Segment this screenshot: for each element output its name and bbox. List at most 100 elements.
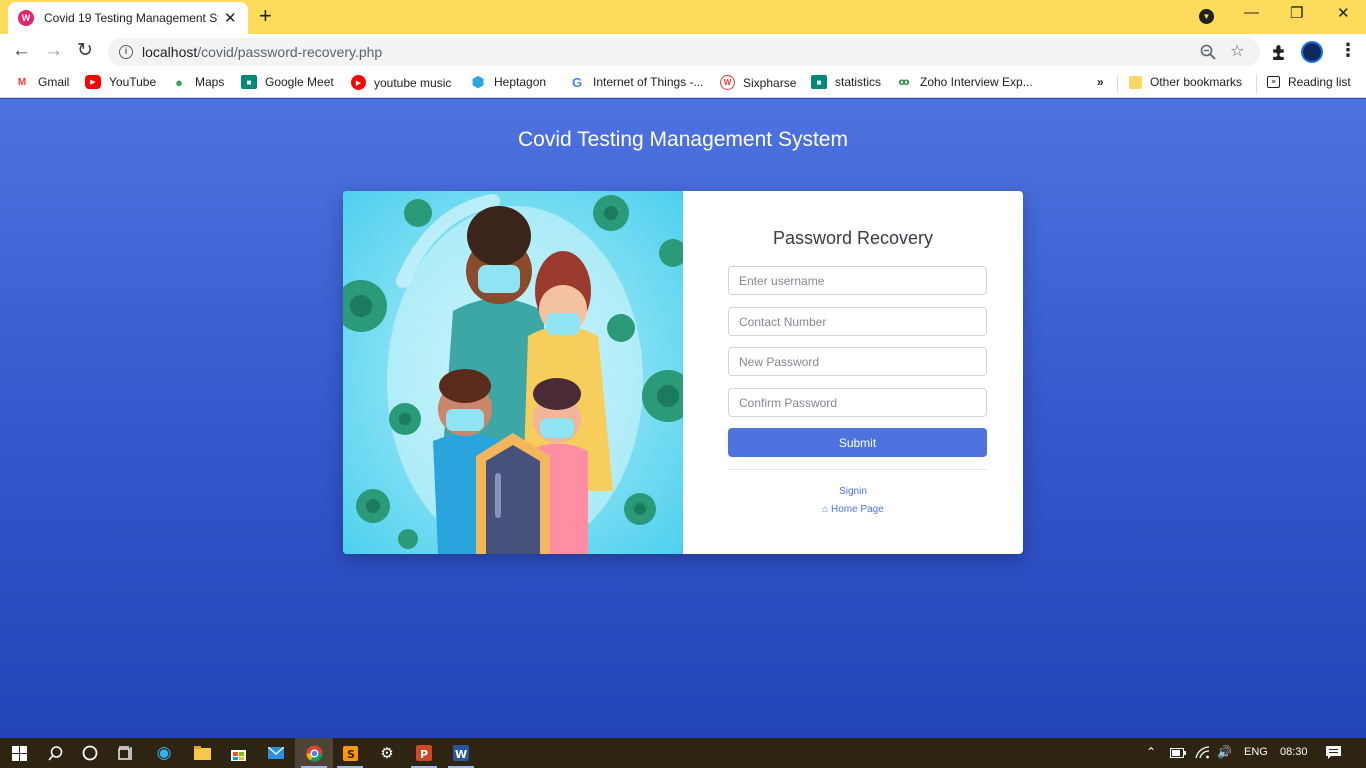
svg-text:P: P — [420, 748, 428, 761]
browser-toolbar: ← → ↻ i localhost/covid/password-recover… — [0, 34, 1366, 70]
confirm-password-input[interactable] — [728, 388, 987, 417]
word-icon[interactable]: W — [442, 738, 480, 768]
url-text[interactable]: localhost/covid/password-recovery.php — [142, 44, 382, 60]
bookmark-google-meet[interactable]: ■ Google Meet — [241, 75, 334, 89]
youtube-music-icon: ▶ — [351, 75, 366, 90]
signin-link[interactable]: Signin — [683, 486, 1023, 497]
recovery-card: Password Recovery Submit Signin ⌂ Home P… — [343, 191, 1023, 554]
wamp-favicon-icon: W — [18, 10, 34, 26]
bookmark-youtube[interactable]: ▶ YouTube — [85, 75, 156, 89]
maps-pin-icon: ● — [175, 74, 183, 90]
other-bookmarks-label: Other bookmarks — [1150, 75, 1243, 89]
youtube-icon: ▶ — [85, 75, 101, 89]
bookmark-label: Zoho Interview Exp... — [920, 75, 1033, 89]
search-icon[interactable] — [36, 738, 74, 768]
battery-icon[interactable] — [1170, 748, 1186, 758]
bookmark-label: Heptagon — [494, 75, 547, 89]
bookmark-label: Internet of Things -... — [593, 75, 704, 89]
chrome-menu-icon[interactable]: ⋮ — [1339, 40, 1357, 61]
bookmark-statistics[interactable]: ■ statistics — [811, 75, 881, 89]
other-bookmarks-folder[interactable]: Other bookmarks — [1129, 75, 1242, 89]
bookmark-heptagon[interactable]: ⬢ Heptagon — [470, 74, 547, 91]
settings-gear-icon[interactable]: ⚙ — [368, 738, 406, 768]
bookmark-maps[interactable]: ● Maps — [171, 74, 225, 90]
browser-tab-active[interactable]: W Covid 19 Testing Management System ✕ — [8, 2, 248, 34]
browser-titlebar: W Covid 19 Testing Management System ✕ +… — [0, 0, 1366, 34]
cortana-icon[interactable] — [71, 738, 109, 768]
chrome-taskbar-icon[interactable] — [295, 738, 333, 768]
url-host: localhost — [142, 44, 198, 60]
task-view-icon[interactable] — [107, 738, 145, 768]
bookmark-label: YouTube — [109, 75, 157, 89]
page-background: Covid Testing Management System Password… — [0, 99, 1366, 738]
gmail-icon: M — [17, 76, 27, 88]
svg-text:S: S — [347, 748, 355, 761]
address-bar[interactable]: i localhost/covid/password-recovery.php … — [108, 38, 1260, 66]
microsoft-store-icon[interactable] — [219, 738, 257, 768]
bookmark-gmail[interactable]: M Gmail — [14, 75, 70, 89]
new-password-input[interactable] — [728, 347, 987, 376]
minimize-button[interactable]: — — [1244, 4, 1259, 21]
heptagon-icon: ⬢ — [471, 74, 485, 91]
site-title: Covid Testing Management System — [518, 128, 848, 151]
bookmark-zoho-interview[interactable]: ꝏ Zoho Interview Exp... — [896, 75, 1033, 89]
reading-list-icon: ≡ — [1267, 76, 1280, 88]
bookmarks-bar: M Gmail ▶ YouTube ● Maps ■ Google Meet ▶… — [0, 70, 1366, 98]
bookmark-sixpharse[interactable]: W Sixpharse — [720, 75, 796, 90]
bookmark-label: Maps — [195, 75, 225, 89]
extensions-puzzle-icon[interactable] — [1271, 43, 1288, 60]
folder-icon — [1129, 75, 1142, 89]
submit-button[interactable]: Submit — [728, 428, 987, 457]
start-windows-icon[interactable] — [0, 738, 38, 768]
url-path: /covid/password-recovery.php — [197, 44, 383, 60]
home-icon: ⌂ — [822, 504, 829, 515]
bookmark-label: statistics — [835, 75, 882, 89]
reading-list-button[interactable]: ≡ Reading list — [1267, 75, 1351, 89]
reload-button[interactable]: ↻ — [77, 39, 93, 63]
bookmark-label: youtube music — [374, 75, 452, 90]
svg-text:W: W — [455, 748, 467, 761]
tray-overflow-chevron-icon[interactable]: ⌃ — [1146, 745, 1156, 759]
bookmark-separator — [1117, 75, 1118, 93]
bookmark-label: Gmail — [38, 75, 70, 89]
home-page-link[interactable]: ⌂ Home Page — [683, 504, 1023, 515]
tab-close-icon[interactable]: ✕ — [224, 9, 237, 27]
bookmark-star-icon[interactable]: ☆ — [1230, 41, 1244, 61]
chrome-profile-dropdown-icon[interactable]: ▼ — [1199, 9, 1214, 24]
bookmark-label: Sixpharse — [743, 75, 797, 90]
mail-icon[interactable] — [257, 738, 295, 768]
site-info-icon[interactable]: i — [119, 45, 133, 59]
sublime-text-icon[interactable]: S — [331, 738, 369, 768]
contact-number-input[interactable] — [728, 307, 987, 336]
language-indicator[interactable]: ENG — [1244, 746, 1268, 758]
bookmark-internet-of-things[interactable]: G Internet of Things -... — [569, 74, 704, 90]
geeksforgeeks-icon: ꝏ — [898, 76, 910, 88]
new-tab-button[interactable]: + — [259, 5, 272, 27]
profile-avatar[interactable] — [1301, 41, 1323, 63]
username-input[interactable] — [728, 266, 987, 295]
restore-button[interactable]: ❐ — [1290, 4, 1303, 22]
bookmarks-overflow-button[interactable]: » — [1097, 75, 1104, 89]
zoom-icon[interactable] — [1200, 44, 1216, 60]
forward-button[interactable]: → — [44, 39, 63, 63]
volume-icon[interactable]: 🔊 — [1217, 745, 1232, 759]
google-icon: G — [571, 74, 583, 90]
file-explorer-icon[interactable] — [183, 738, 221, 768]
windows-taskbar: ◉ S ⚙ P W ⌃ 🔊 ENG 08:30 — [0, 738, 1366, 768]
reading-list-label: Reading list — [1288, 75, 1351, 89]
recovery-form: Password Recovery Submit Signin ⌂ Home P… — [683, 191, 1023, 554]
wifi-icon[interactable] — [1195, 746, 1210, 759]
tab-title: Covid 19 Testing Management System — [44, 11, 218, 25]
home-page-label: Home Page — [831, 504, 884, 515]
bookmark-youtube-music[interactable]: ▶ youtube music — [351, 75, 451, 90]
powerpoint-icon[interactable]: P — [405, 738, 443, 768]
form-divider — [728, 469, 987, 470]
edge-browser-icon[interactable]: ◉ — [145, 738, 183, 768]
back-button[interactable]: ← — [12, 39, 31, 63]
form-title: Password Recovery — [772, 228, 934, 248]
covid-family-illustration — [343, 191, 683, 554]
notifications-icon[interactable] — [1326, 746, 1341, 760]
meet-icon: ■ — [811, 75, 827, 89]
clock-time[interactable]: 08:30 — [1280, 746, 1308, 758]
window-close-button[interactable]: ✕ — [1337, 4, 1350, 22]
